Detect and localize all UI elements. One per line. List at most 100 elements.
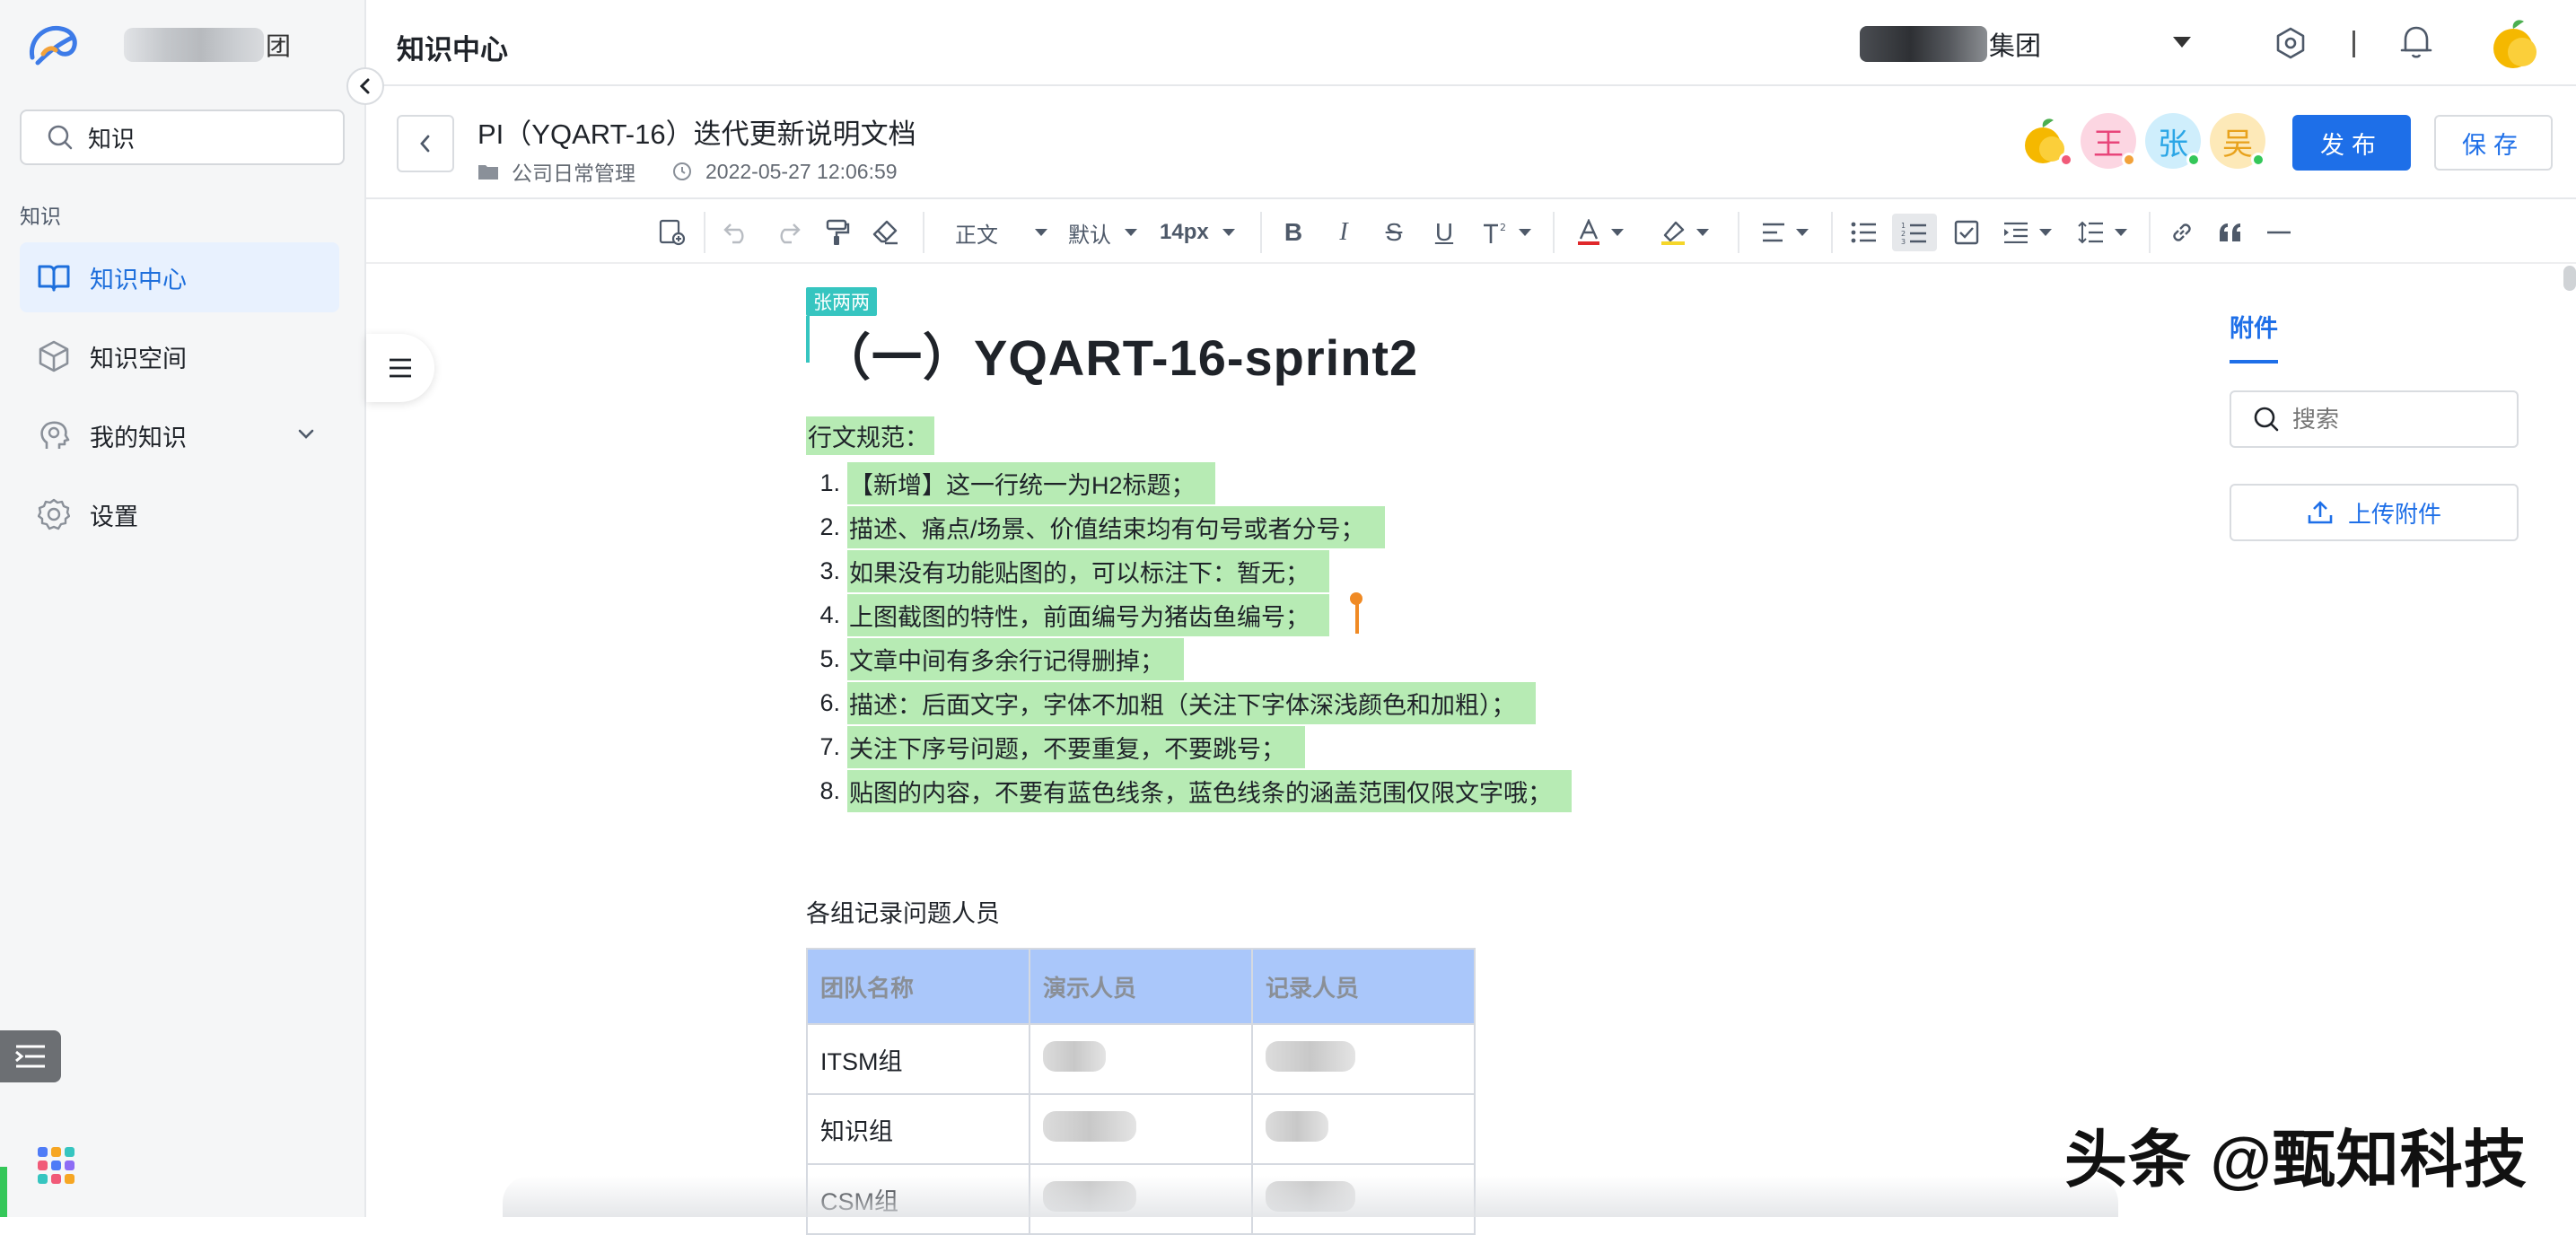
bullet-list-button[interactable] [1845,214,1883,251]
caret-down-icon [2039,229,2052,236]
collaborator-avatar[interactable] [2018,113,2073,169]
folder-icon [478,162,499,180]
editor-toolbar: 正文 默认 14px B I S U 2 123 [366,201,2576,264]
save-button[interactable]: 保存 [2434,115,2553,171]
divider [2353,31,2355,57]
upload-attachment-button[interactable]: 上传附件 [2230,484,2519,541]
underline-button[interactable]: U [1425,214,1463,251]
settings-hex-icon[interactable] [2274,27,2307,59]
table-header-cell[interactable]: 演示人员 [1029,948,1253,1025]
user-avatar[interactable] [2486,16,2542,72]
quote-button[interactable] [2212,214,2249,251]
link-button[interactable] [2163,214,2201,251]
document-space[interactable]: 公司日常管理 [512,156,635,187]
company-switcher[interactable]: 集团 [1860,25,2041,63]
caret-down-icon [2115,229,2127,236]
list-item[interactable]: 4. 上图截图的特性，前面编号为猪齿鱼编号； [806,593,1572,637]
paragraph-style-select[interactable]: 正文 [955,214,1057,251]
sidebar-search[interactable] [20,109,345,165]
app-logo-icon[interactable] [25,18,84,72]
list-item[interactable]: 3. 如果没有功能贴图的，可以标注下：暂无； [806,549,1572,593]
clear-format-button[interactable] [867,214,905,251]
list-item[interactable]: 8. 贴图的内容，不要有蓝色线条，蓝色线条的涵盖范围仅限文字哦； [806,769,1572,813]
company-name-suffix: 集团 [1989,32,2042,61]
list-item[interactable]: 1. 【新增】这一行统一为H2标题； [806,461,1572,505]
attachments-search-input[interactable] [2292,405,2508,434]
upload-icon [2308,501,2333,524]
sidebar-search-input[interactable] [88,123,321,152]
presence-dot [2186,153,2201,167]
superscript-select[interactable]: 2 [1476,214,1538,251]
attachments-search[interactable] [2230,390,2519,448]
table-header-cell[interactable]: 记录人员 [1251,948,1476,1025]
insert-template-button[interactable] [653,214,691,251]
redo-button[interactable] [768,214,806,251]
presence-dot [2251,153,2265,167]
sidebar-item-settings[interactable]: 设置 [20,479,339,549]
sidebar-item-knowledge-space[interactable]: 知识空间 [20,321,339,391]
table-title[interactable]: 各组记录问题人员 [806,894,1000,929]
caret-down-icon [1519,229,1531,236]
top-bar: 知识中心 集团 [366,0,2576,86]
bold-button[interactable]: B [1275,214,1312,251]
font-family-select[interactable]: 默认 [1068,214,1149,251]
collaborator-avatar[interactable]: 张 [2145,113,2201,169]
table-cell-redacted[interactable] [1029,1023,1253,1095]
table-cell-redacted[interactable] [1029,1093,1253,1165]
table-cell-redacted[interactable] [1251,1023,1476,1095]
document-header: PI（YQART-16）迭代更新说明文档 公司日常管理 2022-05-27 1… [366,88,2576,199]
outline-toggle-button[interactable] [366,334,434,402]
list-item-text: 贴图的内容，不要有蓝色线条，蓝色线条的涵盖范围仅限文字哦； [847,770,1572,812]
chevron-down-icon[interactable] [296,424,316,443]
indent-select[interactable] [1996,214,2059,251]
italic-icon: I [1339,218,1348,246]
collaborator-avatar[interactable]: 吴 [2210,113,2265,169]
attachments-panel: 附件 上传附件 [2230,309,2519,541]
caret-down-icon[interactable] [2172,36,2192,48]
quote-icon [2220,223,2240,241]
back-button[interactable] [397,115,454,172]
table-cell[interactable]: ITSM组 [806,1023,1030,1095]
publish-button[interactable]: 发布 [2292,115,2411,171]
collaborator-avatar[interactable]: 王 [2081,113,2136,169]
task-list-button[interactable] [1948,214,1985,251]
list-item[interactable]: 5. 文章中间有多余行记得删掉； [806,637,1572,681]
indent-icon [2004,222,2028,243]
sidebar-toggle-button[interactable] [0,1030,61,1082]
list-item[interactable]: 2. 描述、痛点/场景、价值结束均有句号或者分号； [806,505,1572,549]
section-heading[interactable]: （一）YQART-16-sprint2 [820,318,1418,390]
ordered-list-icon: 123 [1901,222,1926,244]
font-size-select[interactable]: 14px [1160,214,1249,251]
table-cell[interactable]: 知识组 [806,1093,1030,1165]
rules-title[interactable]: 行文规范： [806,416,934,455]
font-color-select[interactable] [1569,214,1632,251]
svg-text:2: 2 [1500,222,1506,233]
list-item-text: 上图截图的特性，前面编号为猪齿鱼编号； [847,594,1329,636]
ordered-list-button[interactable]: 123 [1892,214,1937,251]
format-painter-button[interactable] [819,214,856,251]
sidebar-nav: 知识中心 知识空间 我的知识 设置 [20,242,339,558]
strikethrough-button[interactable]: S [1375,214,1413,251]
italic-button[interactable]: I [1325,214,1362,251]
table-cell-redacted[interactable] [1251,1093,1476,1165]
list-item-text: 描述、痛点/场景、价值结束均有句号或者分号； [847,506,1385,548]
sidebar-collapse-button[interactable] [346,67,384,105]
table-header-cell[interactable]: 团队名称 [806,948,1030,1025]
align-select[interactable] [1754,214,1817,251]
tab-attachments[interactable]: 附件 [2230,309,2278,363]
presence-dot [2122,153,2136,167]
sidebar-item-my-knowledge[interactable]: 我的知识 [20,400,339,470]
bell-icon[interactable] [2400,23,2432,59]
list-item[interactable]: 7. 关注下序号问题，不要重复，不要跳号； [806,725,1572,769]
sidebar-item-label: 知识中心 [90,266,187,293]
author-tag: 张两两 [806,287,877,316]
apps-grid-icon[interactable] [38,1147,75,1185]
horizontal-rule-button[interactable] [2260,214,2298,251]
list-item[interactable]: 6. 描述：后面文字，字体不加粗（关注下字体深浅颜色和加粗）； [806,681,1572,725]
highlight-color-select[interactable] [1653,214,1716,251]
sidebar-item-knowledge-center[interactable]: 知识中心 [20,242,339,312]
upload-attachment-label: 上传附件 [2347,500,2441,528]
undo-button[interactable] [718,214,756,251]
scrollbar-thumb[interactable] [2563,266,2576,291]
line-height-select[interactable] [2072,214,2134,251]
